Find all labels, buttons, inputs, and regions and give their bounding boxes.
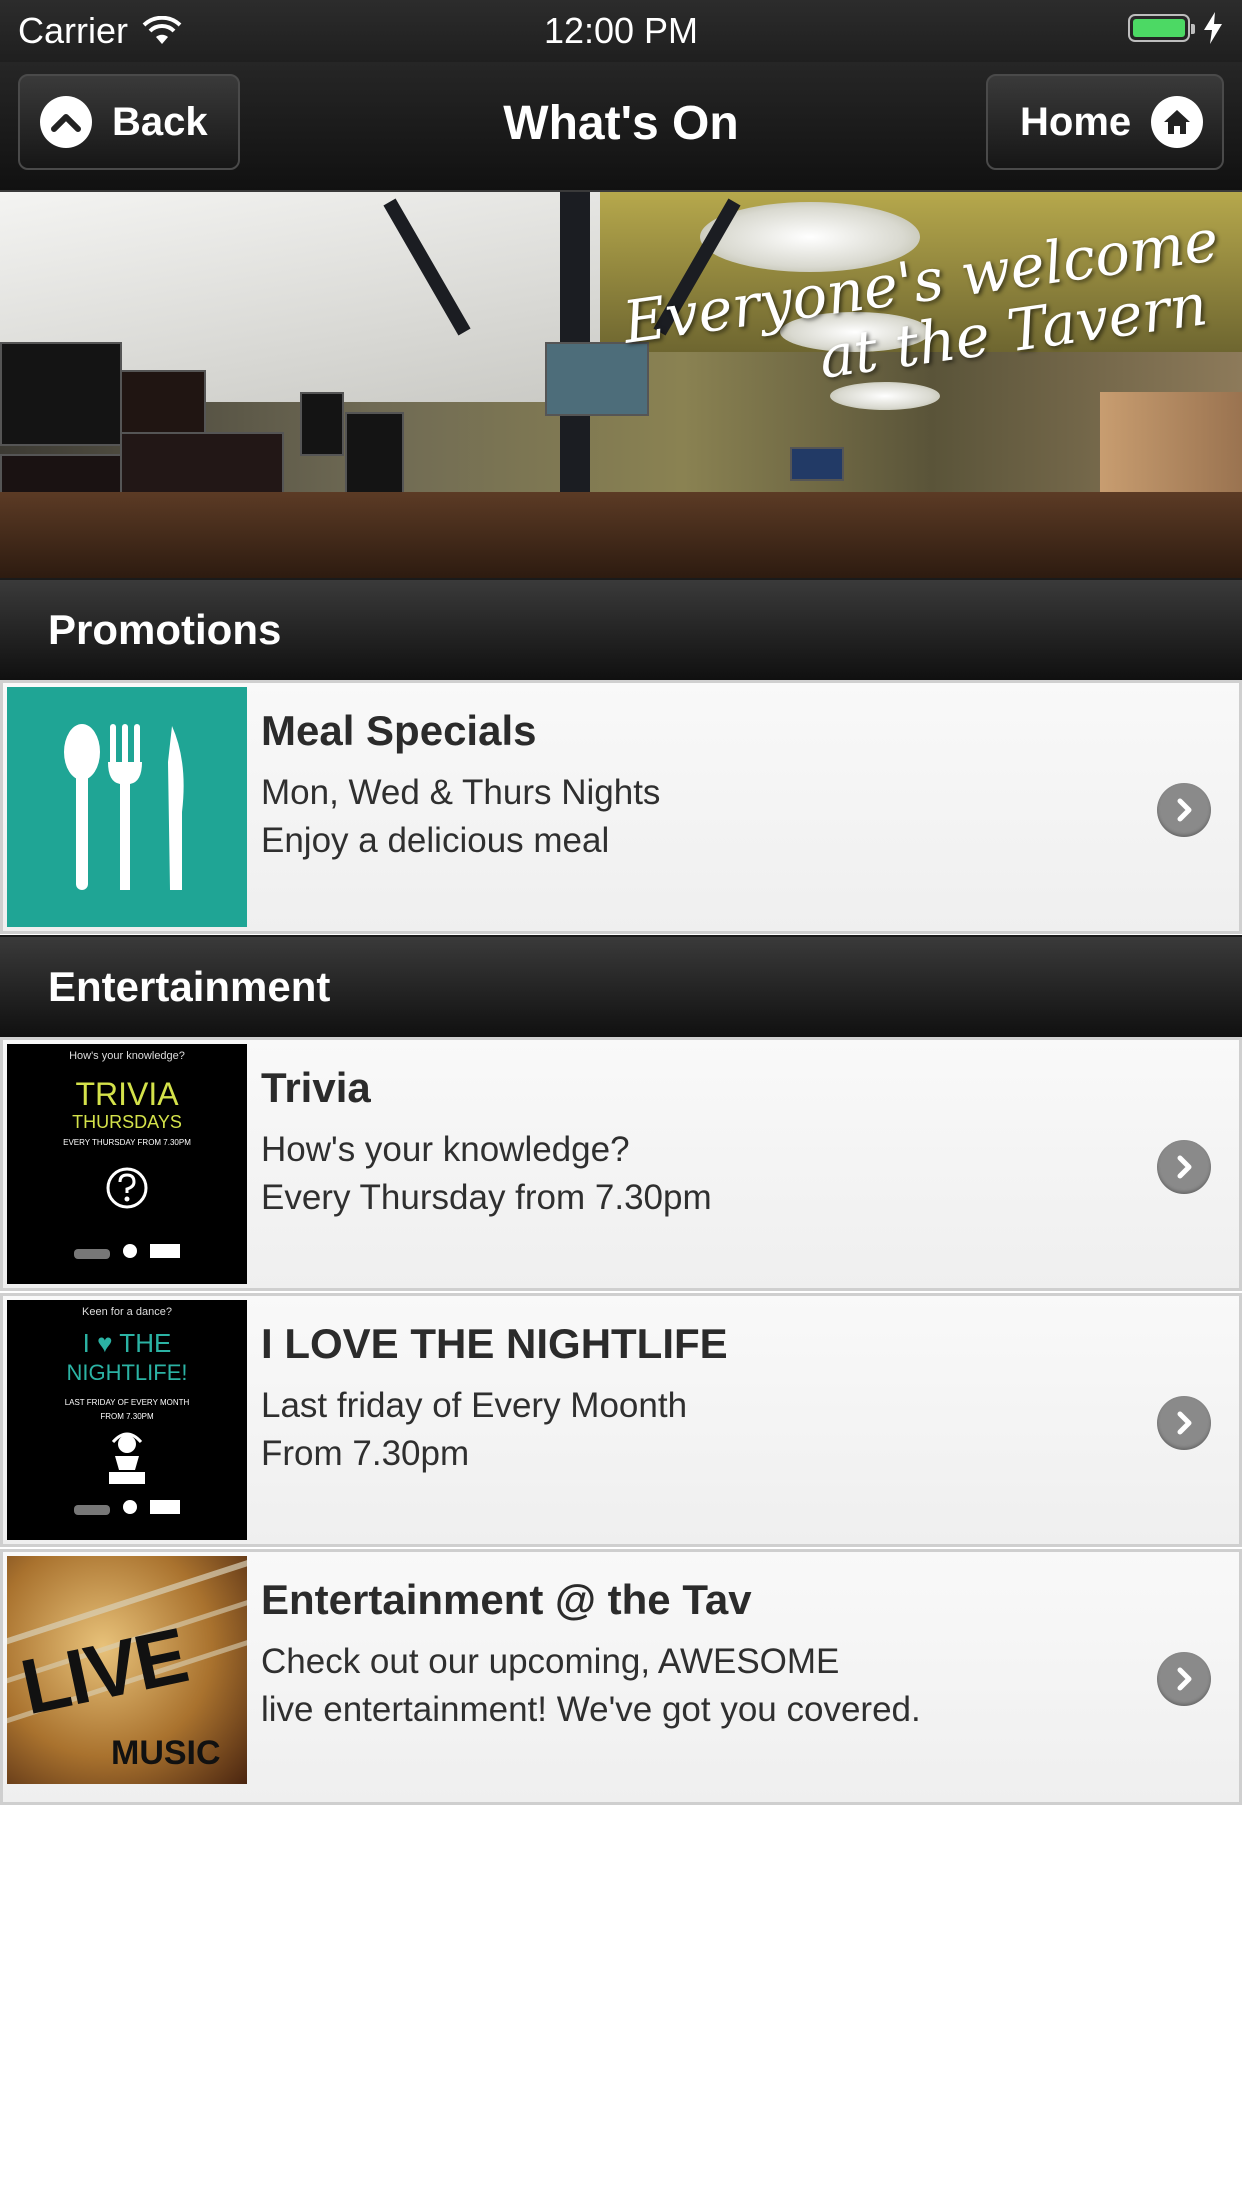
navigation-bar: Back What's On Home <box>0 62 1242 192</box>
hero-banner: Everyone's welcome at the Tavern <box>0 192 1242 578</box>
clock: 12:00 PM <box>543 10 699 51</box>
chevron-right-icon[interactable] <box>1157 1396 1211 1450</box>
item-description: Enjoy a delicious meal <box>261 821 610 860</box>
item-subtitle: Mon, Wed & Thurs Nights <box>261 773 661 812</box>
list-item-nightlife[interactable]: Keen for a dance? I ♥ THE NIGHTLIFE! LAS… <box>0 1293 1242 1547</box>
item-description: From 7.30pm <box>261 1434 470 1473</box>
chevron-right-icon[interactable] <box>1157 783 1211 837</box>
music-label: MUSIC <box>111 1734 221 1772</box>
battery-icon <box>1128 14 1195 42</box>
list-item-entertainment-tav[interactable]: LIVE MUSIC Entertainment @ the Tav Check… <box>0 1549 1242 1805</box>
section-header-promotions: Promotions <box>0 578 1242 682</box>
question-icon <box>106 1167 148 1209</box>
live-music-thumbnail: LIVE MUSIC <box>7 1556 247 1784</box>
meal-thumbnail <box>7 687 247 927</box>
status-bar: Carrier 12:00 PM <box>0 0 1242 62</box>
chevron-right-icon[interactable] <box>1157 1652 1211 1706</box>
home-icon <box>1151 96 1204 148</box>
home-button[interactable]: Home <box>986 74 1224 170</box>
item-subtitle: How's your knowledge? <box>261 1130 630 1169</box>
section-header-entertainment: Entertainment <box>0 935 1242 1039</box>
item-description: live entertainment! We've got you covere… <box>261 1690 921 1729</box>
list-item-trivia[interactable]: How's your knowledge? TRIVIA THURSDAYS E… <box>0 1037 1242 1291</box>
chevron-right-icon[interactable] <box>1157 1140 1211 1194</box>
trivia-thumbnail: How's your knowledge? TRIVIA THURSDAYS E… <box>7 1044 247 1284</box>
item-title: Trivia <box>261 1064 371 1111</box>
nightlife-thumbnail: Keen for a dance? I ♥ THE NIGHTLIFE! LAS… <box>7 1300 247 1540</box>
item-description: Every Thursday from 7.30pm <box>261 1178 712 1217</box>
item-subtitle: Last friday of Every Moonth <box>261 1386 688 1425</box>
item-title: Meal Specials <box>261 707 537 754</box>
item-title: I LOVE THE NIGHTLIFE <box>261 1320 728 1367</box>
list-item-meal-specials[interactable]: Meal Specials Mon, Wed & Thurs Nights En… <box>0 680 1242 934</box>
cutlery-icon <box>64 724 184 890</box>
item-title: Entertainment @ the Tav <box>261 1576 752 1623</box>
dj-icon <box>109 1432 145 1484</box>
charging-icon <box>1204 12 1222 44</box>
home-label: Home <box>1020 99 1132 144</box>
item-subtitle: Check out our upcoming, AWESOME <box>261 1642 840 1681</box>
